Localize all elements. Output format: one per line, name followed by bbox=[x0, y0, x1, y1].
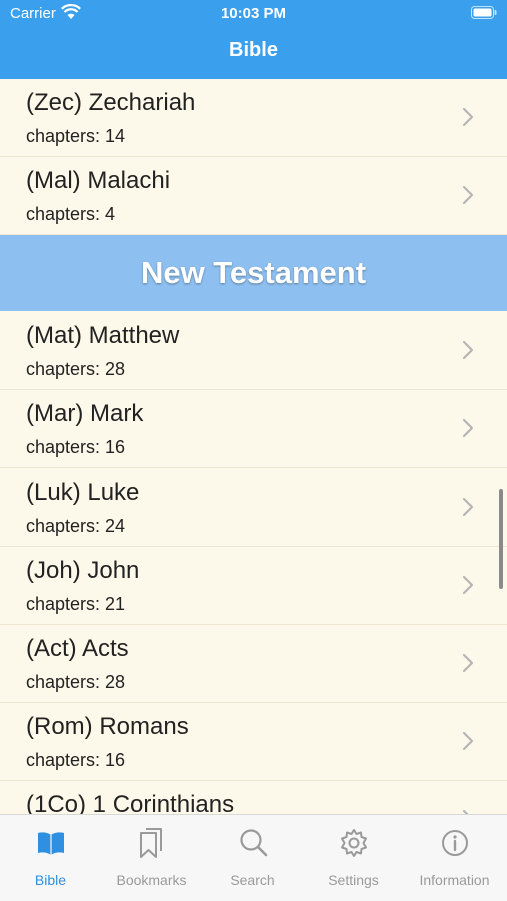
book-title: (Rom) Romans bbox=[26, 713, 189, 740]
section-header-new-testament: New Testament bbox=[0, 235, 507, 311]
chapter-count: chapters: 14 bbox=[26, 126, 126, 146]
tab-label: Information bbox=[419, 872, 490, 888]
book-title: (Mar) Mark bbox=[26, 400, 144, 427]
status-bar: Carrier 10:03 PM bbox=[0, 0, 507, 28]
list-item[interactable]: (Rom) Romans chapters: 16 bbox=[0, 703, 507, 781]
nav-title: Bible bbox=[229, 39, 278, 61]
battery-icon bbox=[471, 6, 497, 19]
book-title: (Zec) Zechariah bbox=[26, 89, 196, 116]
chapter-count: chapters: 24 bbox=[26, 516, 126, 536]
tab-bookmarks[interactable]: Bookmarks bbox=[101, 815, 202, 901]
chevron-right-icon bbox=[462, 418, 474, 438]
chevron-right-icon bbox=[462, 185, 474, 205]
list-item[interactable]: (Joh) John chapters: 21 bbox=[0, 547, 507, 625]
list-item[interactable]: (Act) Acts chapters: 28 bbox=[0, 625, 507, 703]
book-title: (Act) Acts bbox=[26, 635, 129, 662]
list-item[interactable]: (Mal) Malachi chapters: 4 bbox=[0, 157, 507, 235]
chapter-count: chapters: 21 bbox=[26, 594, 126, 614]
book-title: (Mat) Matthew bbox=[26, 322, 180, 349]
chevron-right-icon bbox=[462, 340, 474, 360]
chevron-right-icon bbox=[462, 731, 474, 751]
book-title: (Mal) Malachi bbox=[26, 167, 171, 194]
scroll-indicator[interactable] bbox=[499, 489, 503, 589]
book-title: (Luk) Luke bbox=[26, 479, 140, 506]
book-icon bbox=[38, 832, 64, 855]
chapter-count: chapters: 28 bbox=[26, 672, 126, 692]
tab-settings[interactable]: Settings bbox=[303, 815, 404, 901]
bookmarks-icon bbox=[140, 828, 162, 858]
tab-search[interactable]: Search bbox=[202, 815, 303, 901]
tab-information[interactable]: Information bbox=[404, 815, 505, 901]
list-item[interactable]: (Luk) Luke chapters: 24 bbox=[0, 469, 507, 547]
chapter-count: chapters: 16 bbox=[26, 437, 126, 457]
search-icon bbox=[240, 829, 268, 857]
top-bar: Carrier 10:03 PM Bible bbox=[0, 0, 507, 79]
info-icon bbox=[442, 830, 468, 856]
gear-icon bbox=[341, 829, 367, 857]
list-item[interactable]: (Mar) Mark chapters: 16 bbox=[0, 390, 507, 468]
tab-label: Bible bbox=[34, 872, 67, 888]
list-item[interactable]: (1Co) 1 Corinthians bbox=[0, 781, 507, 814]
chevron-right-icon bbox=[462, 653, 474, 673]
tab-label: Settings bbox=[328, 872, 379, 888]
chapter-count: chapters: 28 bbox=[26, 359, 126, 379]
chapter-count: chapters: 4 bbox=[26, 204, 116, 224]
chapter-count: chapters: 16 bbox=[26, 750, 126, 770]
tab-label: Search bbox=[230, 872, 275, 888]
tab-bible[interactable]: Bible bbox=[0, 815, 101, 901]
section-header-label: New Testament bbox=[140, 255, 367, 290]
tab-label: Bookmarks bbox=[116, 872, 187, 888]
book-list[interactable]: (Zec) Zechariah chapters: 14 (Mal) Malac… bbox=[0, 79, 507, 814]
book-title: (1Co) 1 Corinthians bbox=[26, 791, 235, 814]
book-title: (Joh) John bbox=[26, 557, 140, 584]
list-item[interactable]: (Mat) Matthew chapters: 28 bbox=[0, 312, 507, 390]
tab-bar: Bible Bookmarks Search Settings Informat… bbox=[0, 814, 507, 901]
chevron-right-icon bbox=[462, 107, 474, 127]
chevron-right-icon bbox=[462, 575, 474, 595]
list-item[interactable]: (Zec) Zechariah chapters: 14 bbox=[0, 79, 507, 157]
status-time: 10:03 PM bbox=[220, 5, 287, 22]
chevron-right-icon bbox=[462, 497, 474, 517]
